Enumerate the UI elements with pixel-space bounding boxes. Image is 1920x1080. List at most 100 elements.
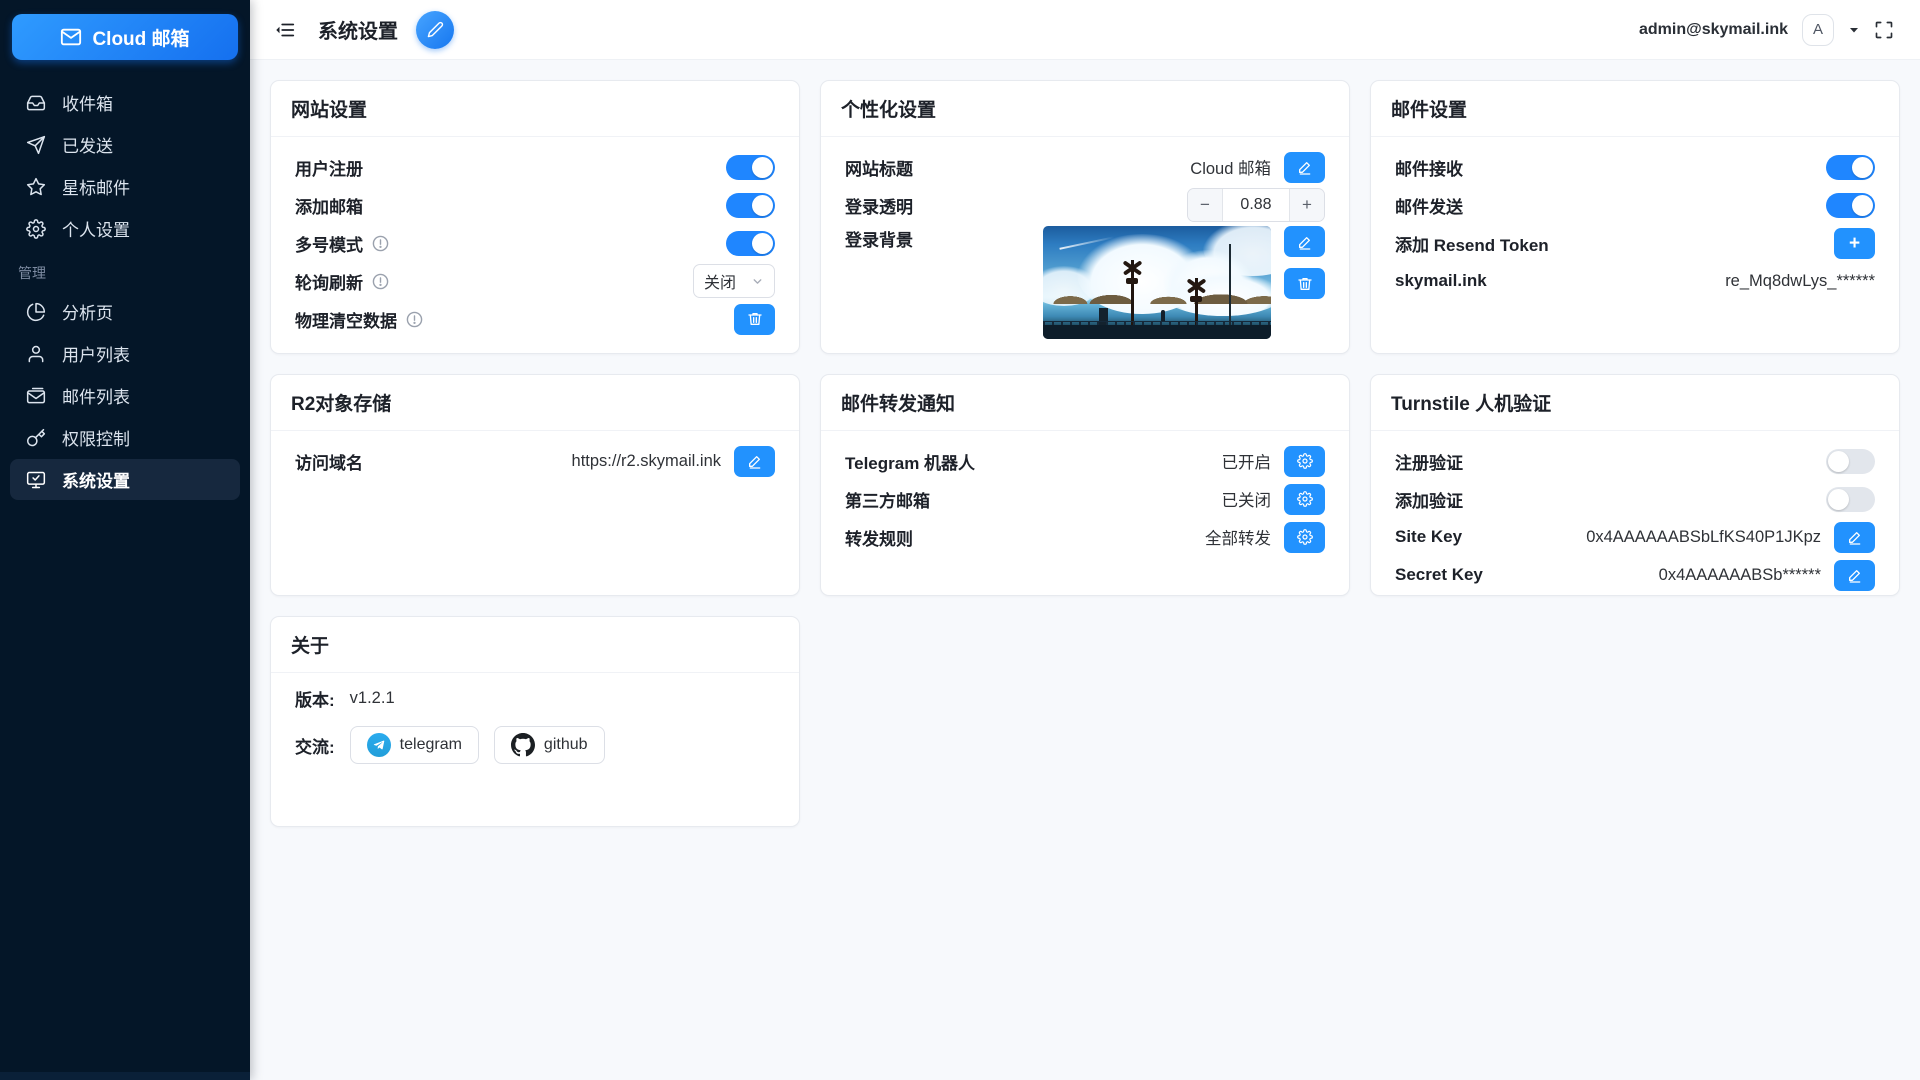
topbar: 系统设置 admin@skymail.ink A <box>250 0 1920 60</box>
contact-label: 交流: <box>295 733 335 758</box>
sidebar-item-inbox[interactable]: 收件箱 <box>10 82 240 123</box>
sidebar-section-admin: 管理 <box>0 250 250 291</box>
row-label: 用户注册 <box>295 155 363 180</box>
forward-rule-settings-button[interactable] <box>1284 522 1325 553</box>
gear-icon <box>1297 491 1313 507</box>
edit-site-key-button[interactable] <box>1834 522 1875 553</box>
send-icon <box>26 135 46 155</box>
edit-title-button[interactable] <box>416 11 454 49</box>
add-resend-token-button[interactable]: + <box>1834 228 1875 259</box>
monitor-check-icon <box>26 470 46 490</box>
card-title: 个性化设置 <box>821 81 1349 137</box>
info-icon[interactable] <box>372 273 389 290</box>
resend-token-value: re_Mq8dwLys_****** <box>1725 272 1875 291</box>
menu-fold-icon[interactable] <box>274 19 296 41</box>
sidebar-item-system-settings[interactable]: 系统设置 <box>10 459 240 500</box>
login-background-image[interactable] <box>1043 226 1271 339</box>
row-label: 添加验证 <box>1395 487 1463 512</box>
chevron-down-icon[interactable] <box>1848 24 1860 36</box>
sidebar-item-label: 收件箱 <box>62 90 113 115</box>
telegram-settings-button[interactable] <box>1284 446 1325 477</box>
star-icon <box>26 177 46 197</box>
stepper-decrease-button[interactable]: − <box>1188 189 1222 221</box>
edit-site-title-button[interactable] <box>1284 152 1325 183</box>
gear-icon <box>26 219 46 239</box>
sidebar-item-label: 邮件列表 <box>62 383 130 408</box>
edit-background-button[interactable] <box>1284 226 1325 257</box>
toggle-register-verify[interactable] <box>1826 449 1875 474</box>
trash-icon <box>1297 276 1313 292</box>
toggle-mail-receive[interactable] <box>1826 155 1875 180</box>
card-title: Turnstile 人机验证 <box>1371 375 1899 431</box>
sidebar-item-label: 个人设置 <box>62 216 130 241</box>
chevron-down-icon <box>751 275 764 288</box>
avatar[interactable]: A <box>1802 14 1834 46</box>
card-title: 邮件设置 <box>1371 81 1899 137</box>
version-value: v1.2.1 <box>350 689 395 708</box>
stepper-increase-button[interactable]: + <box>1290 189 1324 221</box>
third-party-settings-button[interactable] <box>1284 484 1325 515</box>
row-label: 添加邮箱 <box>295 193 363 218</box>
pie-chart-icon <box>26 302 46 322</box>
pencil-icon <box>1297 159 1313 175</box>
sidebar-item-users[interactable]: 用户列表 <box>10 333 240 374</box>
card-title: 网站设置 <box>271 81 799 137</box>
opacity-stepper: − 0.88 + <box>1187 188 1325 222</box>
sidebar-item-mail-list[interactable]: 邮件列表 <box>10 375 240 416</box>
row-label: Secret Key <box>1395 565 1483 585</box>
sidebar-item-personal-settings[interactable]: 个人设置 <box>10 208 240 249</box>
toggle-mail-send[interactable] <box>1826 193 1875 218</box>
logo-button[interactable]: Cloud 邮箱 <box>12 14 238 60</box>
sidebar-item-label: 用户列表 <box>62 341 130 366</box>
row-label: 第三方邮箱 <box>845 487 930 512</box>
sidebar-scrollbar[interactable] <box>0 1072 250 1080</box>
card-personalization: 个性化设置 网站标题 Cloud 邮箱 登录透明 <box>820 80 1350 354</box>
forward-rule-value: 全部转发 <box>1205 525 1271 549</box>
card-title: 关于 <box>271 617 799 673</box>
telegram-status: 已开启 <box>1222 449 1272 473</box>
fullscreen-icon[interactable] <box>1874 20 1894 40</box>
mail-logo-icon <box>60 26 82 48</box>
user-email: admin@skymail.ink <box>1639 21 1788 39</box>
row-label: 访问域名 <box>295 449 363 474</box>
toggle-add-mailbox[interactable] <box>726 193 775 218</box>
pencil-icon <box>1297 234 1313 250</box>
version-label: 版本: <box>295 686 335 711</box>
toggle-user-register[interactable] <box>726 155 775 180</box>
edit-secret-key-button[interactable] <box>1834 560 1875 591</box>
user-icon <box>26 344 46 364</box>
sidebar-item-starred[interactable]: 星标邮件 <box>10 166 240 207</box>
info-icon[interactable] <box>372 235 389 252</box>
card-site-settings: 网站设置 用户注册 添加邮箱 多号模式 <box>270 80 800 354</box>
sidebar-item-label: 已发送 <box>62 132 113 157</box>
sidebar-item-analytics[interactable]: 分析页 <box>10 291 240 332</box>
content-area: 网站设置 用户注册 添加邮箱 多号模式 <box>250 60 1920 1080</box>
opacity-value[interactable]: 0.88 <box>1222 189 1290 221</box>
sidebar-item-permissions[interactable]: 权限控制 <box>10 417 240 458</box>
card-mail-settings: 邮件设置 邮件接收 邮件发送 添加 Resend Token + <box>1370 80 1900 354</box>
third-party-status: 已关闭 <box>1222 487 1272 511</box>
plus-icon: + <box>1849 234 1860 253</box>
telegram-icon <box>367 733 391 757</box>
card-forward-notify: 邮件转发通知 Telegram 机器人 已开启 第三方邮箱 <box>820 374 1350 596</box>
telegram-link-button[interactable]: telegram <box>350 726 479 764</box>
edit-r2-domain-button[interactable] <box>734 446 775 477</box>
row-label: 转发规则 <box>845 525 913 550</box>
sidebar-item-label: 分析页 <box>62 299 113 324</box>
info-icon[interactable] <box>406 311 423 328</box>
github-icon <box>511 733 535 757</box>
toggle-multi-account[interactable] <box>726 231 775 256</box>
logo-label: Cloud 邮箱 <box>92 24 189 51</box>
github-link-label: github <box>544 736 588 754</box>
row-label: skymail.ink <box>1395 271 1487 291</box>
github-link-button[interactable]: github <box>494 726 605 764</box>
row-label: Site Key <box>1395 527 1462 547</box>
delete-background-button[interactable] <box>1284 268 1325 299</box>
purge-data-button[interactable] <box>734 304 775 335</box>
polling-select[interactable]: 关闭 <box>693 264 775 298</box>
toggle-add-verify[interactable] <box>1826 487 1875 512</box>
sidebar-item-sent[interactable]: 已发送 <box>10 124 240 165</box>
sidebar-nav: 收件箱 已发送 星标邮件 个人设置 管理 分析页 用户列表 邮件列表 <box>0 82 250 501</box>
gear-icon <box>1297 453 1313 469</box>
row-label: 登录透明 <box>845 193 913 218</box>
